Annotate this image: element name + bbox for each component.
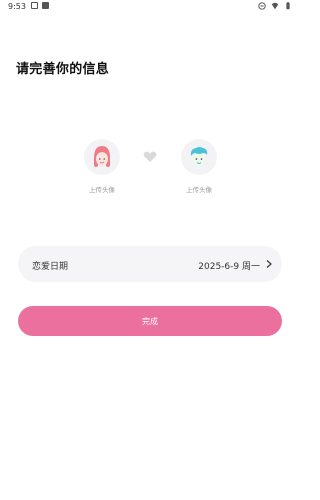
love-date-value: 2025-6-9 周一 [198,262,260,272]
a-icon [42,2,49,9]
male-avatar-icon [190,147,208,167]
dnd-icon [258,2,266,10]
done-button[interactable]: 完成 [18,306,282,336]
battery-icon [286,2,290,10]
chevron-right-icon [266,260,272,268]
status-left-icons [31,2,49,9]
status-time: 9:53 [8,2,26,11]
status-bar: 9:53 [0,0,300,14]
love-date-row[interactable]: 恋爱日期 2025-6-9 周一 [18,246,282,282]
female-avatar-label: 上传头像 [89,186,115,194]
wifi-icon [271,2,279,10]
page-title: 请完善你的信息 [16,62,110,77]
female-avatar-icon [94,146,110,167]
status-right-icons [258,2,292,10]
heart-icon [143,151,157,162]
male-avatar-upload[interactable] [181,139,217,175]
male-avatar-label: 上传头像 [186,186,212,194]
image-icon [31,2,38,9]
love-date-label: 恋爱日期 [32,262,69,272]
female-avatar-upload[interactable] [84,139,120,175]
